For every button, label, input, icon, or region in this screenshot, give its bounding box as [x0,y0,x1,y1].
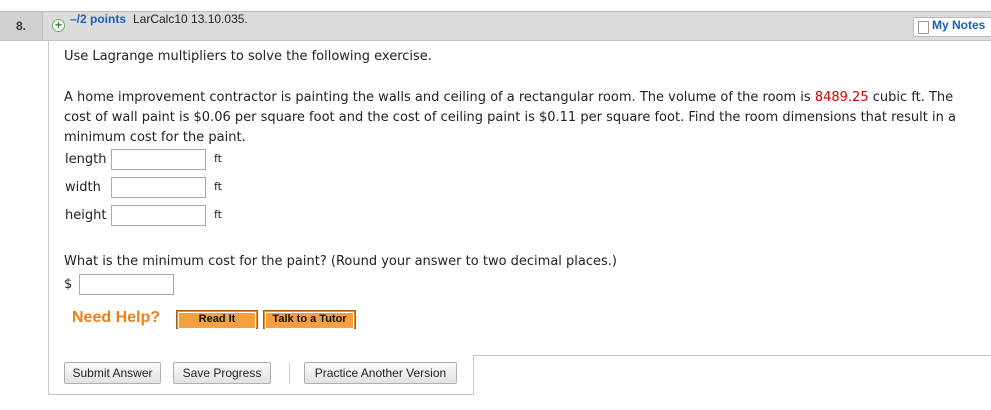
question-number: 8. [0,12,43,40]
my-notes-label: My Notes [932,18,986,32]
question-id: LarCalc10 13.10.035. [133,12,248,26]
talk-to-tutor-button[interactable]: Talk to a Tutor [263,310,356,329]
length-input[interactable] [111,149,206,170]
question-header: 8. + –/2 points LarCalc10 13.10.035. My … [0,11,991,41]
height-label: height [65,208,107,223]
height-unit: ft [214,208,222,221]
read-it-label: Read It [178,312,256,329]
instruction-text: Use Lagrange multipliers to solve the fo… [64,49,432,64]
problem-text: A home improvement contractor is paintin… [64,88,974,148]
height-input[interactable] [111,205,206,226]
points-label: –/2 points [70,12,127,26]
length-label: length [65,152,107,167]
divider-line [474,355,991,356]
room-volume-value: 8489.25 [814,90,869,105]
width-input[interactable] [111,177,206,198]
read-it-button[interactable]: Read It [176,310,258,329]
save-progress-button[interactable]: Save Progress [173,362,271,384]
my-notes-button[interactable]: My Notes [913,17,991,37]
currency-symbol: $ [64,277,73,292]
submit-answer-button[interactable]: Submit Answer [64,362,161,384]
cost-question: What is the minimum cost for the paint? … [64,254,617,269]
button-separator [289,363,290,383]
practice-another-version-button[interactable]: Practice Another Version [304,362,457,384]
cost-input[interactable] [79,274,174,295]
question-body: Use Lagrange multipliers to solve the fo… [48,40,991,395]
talk-to-tutor-label: Talk to a Tutor [265,312,354,329]
width-unit: ft [214,180,222,193]
problem-text-part-1: A home improvement contractor is paintin… [64,90,815,105]
width-label: width [65,180,101,195]
note-icon [918,21,929,34]
length-unit: ft [214,152,222,165]
need-help-label: Need Help? [72,309,161,326]
plus-circle-icon[interactable]: + [52,19,65,32]
